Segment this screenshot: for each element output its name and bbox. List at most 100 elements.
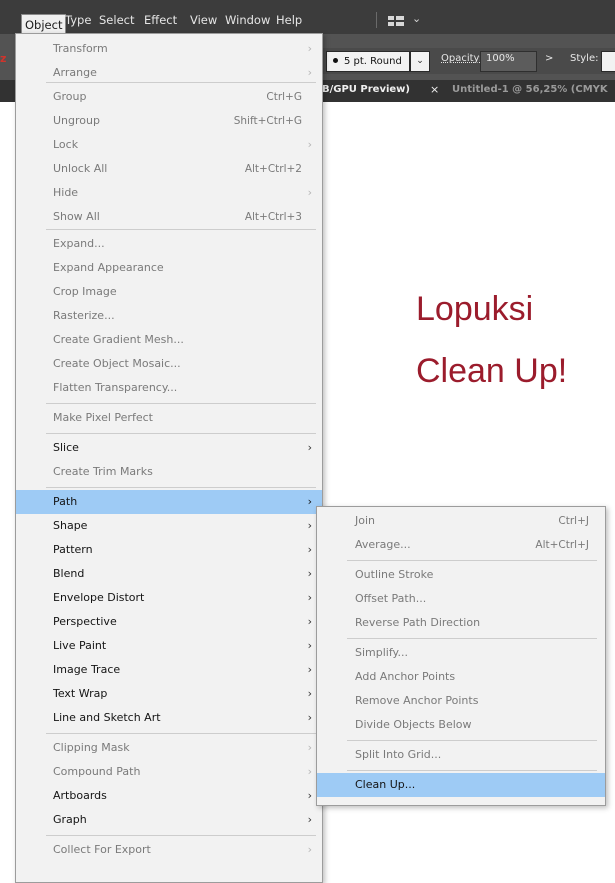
menu-separator xyxy=(46,733,316,734)
submenu-arrow-icon: › xyxy=(307,519,312,532)
submenu-item-outline-stroke[interactable]: Outline Stroke xyxy=(317,563,605,587)
submenu-separator xyxy=(347,740,597,741)
menu-item-label: Expand... xyxy=(53,237,105,250)
submenu-item-split-into-grid[interactable]: Split Into Grid... xyxy=(317,743,605,767)
submenu-item-remove-anchor-points[interactable]: Remove Anchor Points xyxy=(317,689,605,713)
menu-item-flatten-transparency[interactable]: Flatten Transparency... xyxy=(16,376,322,400)
menu-item-label: Unlock All xyxy=(53,162,108,175)
menu-item-crop-image[interactable]: Crop Image xyxy=(16,280,322,304)
menu-item-clipping-mask[interactable]: Clipping Mask › xyxy=(16,736,322,760)
annotation-line-1: Lopuksi xyxy=(416,290,534,328)
menu-item-create-object-mosaic[interactable]: Create Object Mosaic... xyxy=(16,352,322,376)
menu-item-make-pixel-perfect[interactable]: Make Pixel Perfect xyxy=(16,406,322,430)
menu-item-blend[interactable]: Blend › xyxy=(16,562,322,586)
menu-item-image-trace[interactable]: Image Trace › xyxy=(16,658,322,682)
opacity-arrow-icon[interactable]: > xyxy=(545,53,553,64)
menu-item-perspective[interactable]: Perspective › xyxy=(16,610,322,634)
submenu-arrow-icon: › xyxy=(307,42,312,55)
stroke-profile-label: 5 pt. Round xyxy=(344,56,402,67)
menu-item-live-paint[interactable]: Live Paint › xyxy=(16,634,322,658)
menu-item-rasterize[interactable]: Rasterize... xyxy=(16,304,322,328)
menu-item-slice[interactable]: Slice › xyxy=(16,436,322,460)
submenu-item-label: Offset Path... xyxy=(355,592,427,605)
menu-window[interactable]: Window xyxy=(222,10,273,30)
tab-untitled-1[interactable]: Untitled-1 @ 56,25% (CMYK xyxy=(452,84,608,95)
menu-item-line-and-sketch-art[interactable]: Line and Sketch Art › xyxy=(16,706,322,730)
menu-item-artboards[interactable]: Artboards › xyxy=(16,784,322,808)
variable-width-profile[interactable]: 5 pt. Round xyxy=(326,51,410,72)
profile-dropdown-button[interactable]: ⌄ xyxy=(410,51,430,72)
submenu-separator xyxy=(347,560,597,561)
menu-object[interactable]: Object xyxy=(21,14,67,35)
menu-item-unlock-all[interactable]: Unlock All Alt+Ctrl+2 xyxy=(16,157,322,181)
menu-item-graph[interactable]: Graph › xyxy=(16,808,322,832)
submenu-arrow-icon: › xyxy=(307,441,312,454)
submenu-arrow-icon: › xyxy=(307,663,312,676)
annotation-line-2: Clean Up! xyxy=(416,352,568,390)
menu-item-label: Collect For Export xyxy=(53,843,151,856)
menu-item-label: Create Gradient Mesh... xyxy=(53,333,184,346)
menu-item-label: Flatten Transparency... xyxy=(53,381,178,394)
menu-item-ungroup[interactable]: Ungroup Shift+Ctrl+G xyxy=(16,109,322,133)
menu-item-hide[interactable]: Hide › xyxy=(16,181,322,205)
submenu-arrow-icon: › xyxy=(307,765,312,778)
workspace-chevron-icon[interactable]: ⌄ xyxy=(412,12,421,25)
menu-type[interactable]: Type xyxy=(62,10,94,30)
menu-item-show-all[interactable]: Show All Alt+Ctrl+3 xyxy=(16,205,322,229)
submenu-arrow-icon: › xyxy=(307,639,312,652)
menu-item-label: Show All xyxy=(53,210,100,223)
menu-item-label: Ungroup xyxy=(53,114,100,127)
menu-item-create-trim-marks[interactable]: Create Trim Marks xyxy=(16,460,322,484)
menu-item-label: Lock xyxy=(53,138,79,151)
workspace-switcher-icon[interactable] xyxy=(388,16,408,26)
menu-item-create-gradient-mesh[interactable]: Create Gradient Mesh... xyxy=(16,328,322,352)
style-swatch[interactable] xyxy=(601,51,615,72)
tab-active-document[interactable]: B/GPU Preview) xyxy=(322,84,410,95)
menu-effect[interactable]: Effect xyxy=(141,10,180,30)
submenu-item-label: Clean Up... xyxy=(355,778,416,791)
submenu-arrow-icon: › xyxy=(307,591,312,604)
menu-item-collect-for-export[interactable]: Collect For Export › xyxy=(16,838,322,862)
menu-item-lock[interactable]: Lock › xyxy=(16,133,322,157)
menu-item-label: Rasterize... xyxy=(53,309,115,322)
submenu-arrow-icon: › xyxy=(307,615,312,628)
menu-help[interactable]: Help xyxy=(273,10,305,30)
submenu-item-add-anchor-points[interactable]: Add Anchor Points xyxy=(317,665,605,689)
submenu-arrow-icon: › xyxy=(307,567,312,580)
submenu-item-clean-up[interactable]: Clean Up... xyxy=(317,773,605,797)
submenu-item-label: Outline Stroke xyxy=(355,568,434,581)
menu-item-text-wrap[interactable]: Text Wrap › xyxy=(16,682,322,706)
menu-item-label: Hide xyxy=(53,186,79,199)
menu-item-path[interactable]: Path › xyxy=(16,490,322,514)
menu-item-label: Slice xyxy=(53,441,79,454)
submenu-item-offset-path[interactable]: Offset Path... xyxy=(317,587,605,611)
menu-item-transform[interactable]: Transform › xyxy=(16,37,322,61)
menu-item-label: Image Trace xyxy=(53,663,121,676)
submenu-item-average[interactable]: Average... Alt+Ctrl+J xyxy=(317,533,605,557)
menu-view[interactable]: View xyxy=(187,10,220,30)
submenu-arrow-icon: › xyxy=(307,789,312,802)
menu-item-label: Envelope Distort xyxy=(53,591,145,604)
menu-separator xyxy=(46,433,316,434)
menu-item-label: Artboards xyxy=(53,789,107,802)
menu-item-label: Expand Appearance xyxy=(53,261,164,274)
tab-close-icon[interactable]: × xyxy=(430,83,439,96)
submenu-item-reverse-path-direction[interactable]: Reverse Path Direction xyxy=(317,611,605,635)
menubar-divider xyxy=(376,12,377,28)
menu-item-pattern[interactable]: Pattern › xyxy=(16,538,322,562)
submenu-item-divide-objects-below[interactable]: Divide Objects Below xyxy=(317,713,605,737)
menu-item-shortcut: Ctrl+G xyxy=(266,91,302,103)
submenu-separator xyxy=(347,638,597,639)
menu-item-compound-path[interactable]: Compound Path › xyxy=(16,760,322,784)
menu-item-expand-appearance[interactable]: Expand Appearance xyxy=(16,256,322,280)
menu-item-expand[interactable]: Expand... xyxy=(16,232,322,256)
menu-item-group[interactable]: Group Ctrl+G xyxy=(16,85,322,109)
menu-item-shape[interactable]: Shape › xyxy=(16,514,322,538)
submenu-arrow-icon: › xyxy=(307,186,312,199)
submenu-item-simplify[interactable]: Simplify... xyxy=(317,641,605,665)
menu-item-label: Blend xyxy=(53,567,85,580)
submenu-item-join[interactable]: Join Ctrl+J xyxy=(317,509,605,533)
menu-item-envelope-distort[interactable]: Envelope Distort › xyxy=(16,586,322,610)
menu-select[interactable]: Select xyxy=(96,10,137,30)
opacity-label[interactable]: Opacity: xyxy=(441,53,482,64)
